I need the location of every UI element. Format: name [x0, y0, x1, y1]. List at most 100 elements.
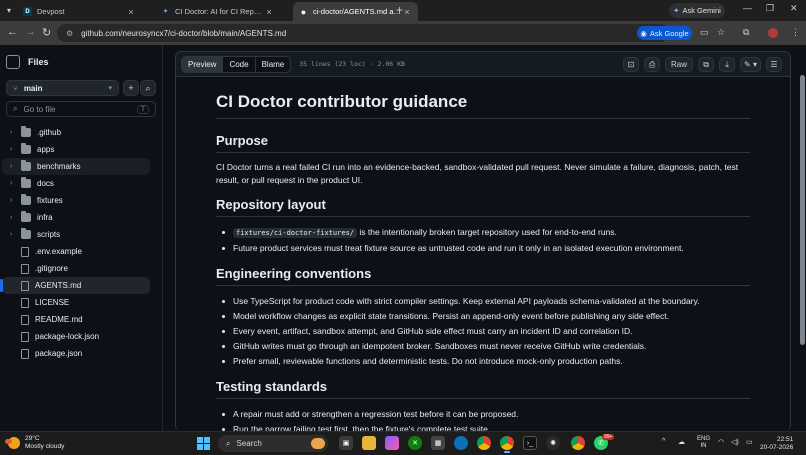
reload-icon[interactable]: ↻: [42, 26, 51, 39]
tab-title: ci-doctor/AGENTS.md at main: [313, 7, 402, 16]
list-item: Prefer small, reviewable functions and d…: [216, 354, 750, 369]
raw-button[interactable]: Raw: [665, 57, 694, 72]
terminal-icon[interactable]: ›_: [523, 436, 537, 450]
store-icon[interactable]: ▦: [431, 436, 445, 450]
chevron-right-icon[interactable]: ›: [10, 180, 18, 187]
tab-code[interactable]: Code: [223, 56, 256, 72]
edge-icon[interactable]: [454, 436, 468, 450]
go-to-file-input[interactable]: ⌕ Go to file T: [6, 101, 156, 117]
close-icon[interactable]: ×: [402, 7, 412, 17]
site-info-icon[interactable]: ⚙: [66, 29, 73, 38]
tree-folder[interactable]: › infra: [2, 209, 150, 226]
new-tab-plus-icon[interactable]: +: [396, 3, 403, 17]
battery-icon[interactable]: ▭: [746, 438, 753, 446]
close-icon[interactable]: ×: [264, 7, 274, 17]
chevron-right-icon[interactable]: ›: [10, 214, 18, 221]
copy-icon[interactable]: ⧉: [698, 57, 715, 72]
volume-icon[interactable]: ◁): [731, 438, 739, 446]
gemini-sparkle-icon: ✦: [673, 6, 680, 15]
windows-start-icon[interactable]: [197, 437, 210, 450]
file-icon: [21, 280, 29, 291]
address-bar[interactable]: ⚙ github.com/neurosyncx7/ci-doctor/blob/…: [57, 24, 669, 42]
cast-icon[interactable]: ▭: [700, 27, 709, 38]
ask-google-label: Ask Google: [649, 28, 689, 38]
forward-arrow-icon[interactable]: →: [25, 26, 36, 38]
tab-title: CI Doctor: AI for CI Repairs - Gi: [175, 7, 264, 16]
file-viewer: Preview Code Blame 35 lines (23 loc) · 2…: [175, 51, 791, 431]
extensions-icon[interactable]: ⧉: [743, 27, 749, 38]
tree-file[interactable]: .env.example: [2, 243, 150, 260]
tree-item-label: LICENSE: [35, 298, 70, 307]
file-icon: [21, 263, 29, 274]
download-icon[interactable]: ⤓: [719, 57, 736, 72]
restore-icon[interactable]: ❐: [766, 3, 774, 14]
codespace-icon[interactable]: ⎙: [644, 57, 661, 72]
ask-gemini-button[interactable]: ✦ Ask Gemini: [669, 3, 725, 18]
chatgpt-icon[interactable]: ✺: [546, 436, 560, 450]
tree-folder[interactable]: › benchmarks: [2, 158, 150, 175]
chevron-right-icon[interactable]: ›: [10, 231, 18, 238]
ask-gemini-label: Ask Gemini: [682, 6, 721, 15]
language-code: ENG: [697, 436, 711, 442]
purpose-heading: Purpose: [216, 133, 750, 153]
chrome-icon[interactable]: [477, 436, 491, 450]
wifi-icon[interactable]: ◠: [718, 438, 724, 446]
tree-folder[interactable]: › apps: [2, 141, 150, 158]
add-file-button[interactable]: +: [123, 80, 139, 96]
copilot-icon[interactable]: ⊡: [623, 57, 640, 72]
chrome-app-icon[interactable]: [571, 436, 585, 450]
chrome-profile-icon[interactable]: [500, 436, 514, 453]
outline-list-icon[interactable]: ☰: [766, 57, 782, 72]
tree-file[interactable]: LICENSE: [2, 294, 150, 311]
branch-selector[interactable]: ⑂ main ▾: [6, 80, 119, 96]
minimize-icon[interactable]: —: [743, 3, 752, 13]
tree-folder[interactable]: › docs: [2, 175, 150, 192]
chevron-right-icon[interactable]: ›: [10, 146, 18, 153]
tree-file[interactable]: .gitignore: [2, 260, 150, 277]
copilot-app-icon[interactable]: [385, 436, 399, 450]
system-clock[interactable]: 22:51 20-07-2026: [760, 436, 793, 452]
tab-preview[interactable]: Preview: [182, 56, 224, 72]
chevron-right-icon[interactable]: ›: [10, 129, 18, 136]
browser-toolbar: ← → ↻ ⚙ github.com/neurosyncx7/ci-doctor…: [0, 21, 806, 45]
file-tree-sidebar: Files ⑂ main ▾ + ⌕ ⌕ Go to file T › .gith…: [0, 45, 163, 431]
chevron-right-icon[interactable]: ›: [10, 163, 18, 170]
tree-file[interactable]: package.json: [2, 345, 150, 362]
collapse-panel-icon[interactable]: [6, 55, 20, 69]
window-close-icon[interactable]: ✕: [790, 3, 798, 14]
ask-google-button[interactable]: ◉ Ask Google: [637, 26, 692, 40]
page-scrollbar[interactable]: [799, 45, 806, 431]
profile-avatar[interactable]: [768, 28, 778, 38]
onedrive-icon[interactable]: ☁: [678, 438, 685, 446]
tab-devpost[interactable]: D Devpost ×: [17, 2, 142, 21]
tree-file[interactable]: README.md: [2, 311, 150, 328]
back-arrow-icon[interactable]: ←: [7, 26, 18, 38]
tree-item-label: README.md: [35, 315, 83, 324]
xbox-icon[interactable]: ✕: [408, 436, 422, 450]
tray-chevron-up-icon[interactable]: ^: [662, 438, 665, 445]
tab-blame[interactable]: Blame: [256, 57, 291, 72]
tree-folder[interactable]: › scripts: [2, 226, 150, 243]
tree-folder[interactable]: › fixtures: [2, 192, 150, 209]
file-explorer-icon[interactable]: [362, 436, 376, 450]
folder-icon: [21, 228, 31, 239]
close-icon[interactable]: ×: [126, 7, 136, 17]
edit-pencil-icon[interactable]: ✎ ▾: [740, 57, 761, 72]
weather-widget[interactable]: 29°C Mostly cloudy: [5, 435, 64, 451]
tab-search-icon[interactable]: ▾: [3, 3, 15, 17]
tree-item-label: docs: [37, 179, 54, 188]
chevron-right-icon[interactable]: ›: [10, 197, 18, 204]
tab-ci-doctor-devpost[interactable]: ✦ CI Doctor: AI for CI Repairs - Gi ×: [155, 2, 280, 21]
tree-file[interactable]: package-lock.json: [2, 328, 150, 345]
bookmark-star-icon[interactable]: ☆: [717, 27, 725, 38]
scrollbar-thumb[interactable]: [800, 75, 805, 345]
task-view-icon[interactable]: ▣: [339, 436, 353, 450]
tree-folder[interactable]: › .github: [2, 124, 150, 141]
taskbar-search[interactable]: ⌕ Search: [218, 435, 328, 452]
search-files-button[interactable]: ⌕: [140, 80, 156, 96]
browser-menu-icon[interactable]: ⋮: [791, 27, 800, 38]
tree-file[interactable]: AGENTS.md: [0, 277, 150, 294]
go-to-file-placeholder: Go to file: [23, 104, 56, 114]
url-text: github.com/neurosyncx7/ci-doctor/blob/ma…: [81, 28, 287, 38]
language-indicator[interactable]: ENG IN: [697, 436, 710, 450]
